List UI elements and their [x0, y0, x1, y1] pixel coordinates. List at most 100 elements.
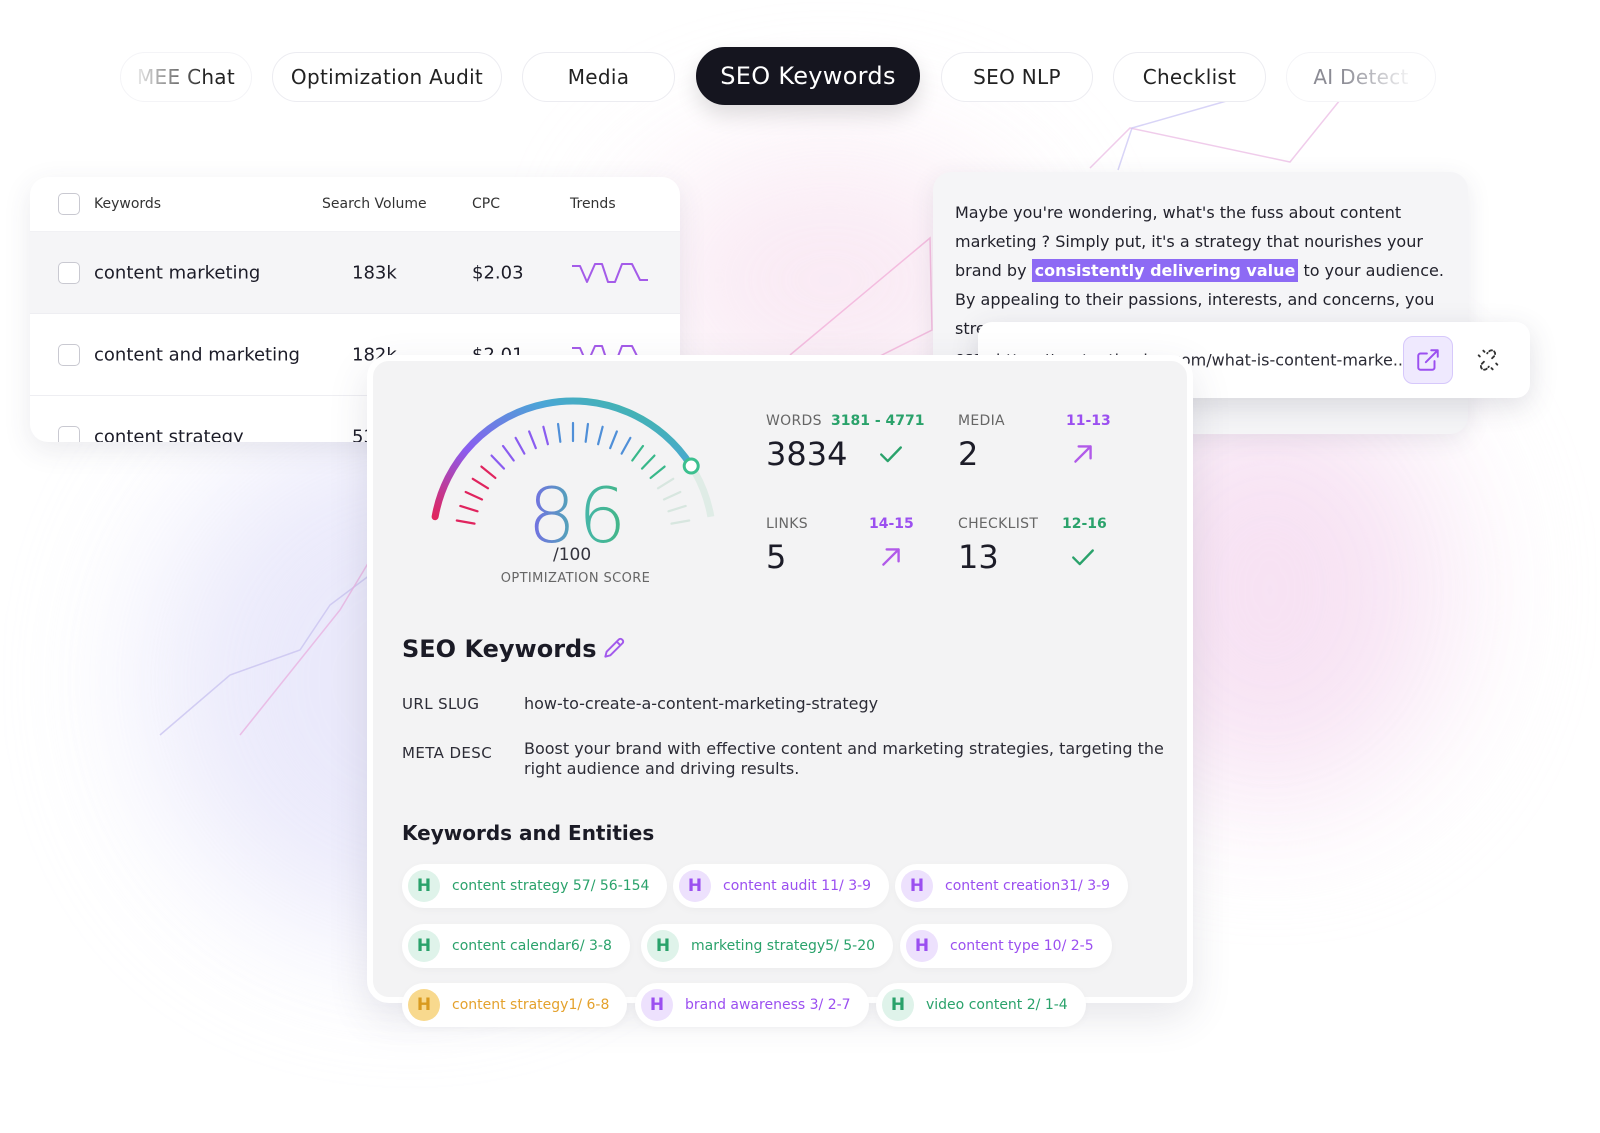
keyword-cell: content strategy: [94, 426, 244, 442]
check-icon: [1072, 549, 1094, 566]
gauge-tick: [459, 504, 479, 513]
column-header-trends[interactable]: Trends: [570, 196, 616, 212]
entity-chip[interactable]: Hvideo content 2/ 1-4: [876, 983, 1086, 1027]
gauge-tick: [670, 519, 691, 525]
column-header-cpc[interactable]: CPC: [472, 196, 500, 212]
entity-chip-label: content creation31/ 3-9: [945, 878, 1111, 894]
entity-chip[interactable]: Hcontent type 10/ 2-5: [900, 924, 1112, 968]
score-label: OPTIMIZATION SCORE: [500, 571, 651, 586]
entity-chip-label: marketing strategy5/ 5-20: [691, 938, 876, 954]
heading-badge: H: [408, 930, 440, 962]
heading-badge: H: [906, 930, 938, 962]
gauge-tick: [667, 504, 687, 513]
keyword-cell: content and marketing: [94, 344, 300, 365]
volume-cell: 183k: [352, 262, 397, 283]
gauge-tick: [471, 477, 490, 490]
entity-chip[interactable]: Hmarketing strategy5/ 5-20: [641, 924, 894, 968]
optimization-panel: 86 /100 OPTIMIZATION SCORE WORDS 3181 - …: [367, 355, 1193, 1027]
row-checkbox[interactable]: [58, 343, 80, 366]
highlighted-anchor-text[interactable]: consistently delivering value: [1031, 259, 1299, 282]
stat-links-label: LINKS: [766, 516, 808, 532]
gauge-tick: [542, 425, 549, 446]
edit-pencil-icon[interactable]: [601, 635, 627, 661]
heading-badge: H: [901, 870, 933, 902]
entity-chip[interactable]: Hcontent audit 11/ 3-9: [673, 864, 890, 908]
entity-chip-label: content calendar6/ 3-8: [452, 938, 612, 954]
unlink-icon: [1477, 349, 1499, 371]
arrow-up-right-icon: [1074, 445, 1092, 463]
stat-words-label: WORDS: [766, 413, 822, 429]
external-link-icon: [1417, 349, 1439, 371]
heading-badge: H: [882, 989, 914, 1021]
stat-words-value: 3834: [766, 435, 848, 473]
heading-badge: H: [408, 989, 440, 1021]
entity-chip-label: content type 10/ 2-5: [950, 938, 1094, 954]
meta-desc-value[interactable]: Boost your brand with effective content …: [524, 739, 1164, 779]
tab-ai-detect[interactable]: AI Detect: [1286, 52, 1436, 102]
gauge-tick: [480, 465, 497, 480]
remove-link-button[interactable]: [1466, 336, 1510, 384]
column-header-search-volume[interactable]: Search Volume: [322, 196, 427, 212]
tab-label: SEO Keywords: [720, 62, 896, 90]
entity-chip-label: video content 2/ 1-4: [926, 997, 1068, 1013]
entity-chip-label: content strategy1/ 6-8: [452, 997, 610, 1013]
table-header: Keywords Search Volume CPC Trends: [30, 177, 680, 232]
gauge-tick: [528, 430, 537, 450]
keyword-cell: content marketing: [94, 262, 261, 283]
gauge-tick: [640, 454, 656, 470]
gauge-tick: [514, 436, 526, 455]
tab-mee-chat[interactable]: MEE Chat: [120, 52, 252, 102]
heading-badge: H: [641, 989, 673, 1021]
entity-chip[interactable]: Hcontent strategy1/ 6-8: [402, 983, 628, 1027]
gauge-tick: [631, 444, 645, 462]
tab-checklist[interactable]: Checklist: [1113, 52, 1266, 102]
gauge-tick: [649, 465, 666, 480]
url-slug-value[interactable]: how-to-create-a-content-marketing-strate…: [524, 694, 878, 714]
entity-chip[interactable]: Hbrand awareness 3/ 2-7: [635, 983, 869, 1027]
row-checkbox[interactable]: [58, 261, 80, 284]
row-checkbox[interactable]: [58, 425, 80, 442]
gauge-tick: [464, 490, 484, 501]
keywords-entities-title: Keywords and Entities: [402, 821, 655, 845]
stat-media-label: MEDIA: [958, 413, 1005, 429]
entity-chip-label: content audit 11/ 3-9: [723, 878, 872, 894]
tab-label: Media: [567, 65, 630, 89]
stat-media-range: 11-13: [1066, 413, 1111, 429]
tab-seo-keywords[interactable]: SEO Keywords: [696, 47, 920, 105]
heading-badge: H: [647, 930, 679, 962]
tab-label: MEE Chat: [136, 65, 236, 89]
entity-chip[interactable]: Hcontent creation31/ 3-9: [895, 864, 1129, 908]
stat-links-range: 14-15: [869, 516, 914, 532]
open-link-button[interactable]: [1403, 336, 1453, 384]
score-max: /100: [553, 545, 592, 565]
tab-optimization-audit[interactable]: Optimization Audit: [272, 52, 502, 102]
entity-chip[interactable]: Hcontent strategy 57/ 56-154: [402, 864, 668, 908]
entity-chip-label: brand awareness 3/ 2-7: [685, 997, 851, 1013]
heading-badge: H: [408, 870, 440, 902]
stat-checklist-range: 12-16: [1062, 516, 1107, 532]
trend-sparkline-icon: [572, 262, 648, 283]
tab-label: AI Detect: [1313, 65, 1409, 89]
gauge-tick: [490, 454, 506, 470]
gauge-tick: [501, 444, 515, 462]
gauge-tick: [662, 490, 682, 501]
tab-label: Checklist: [1142, 65, 1237, 89]
tab-label: Optimization Audit: [290, 65, 484, 89]
entity-chip[interactable]: Hcontent calendar6/ 3-8: [402, 924, 630, 968]
seo-keywords-title: SEO Keywords: [402, 635, 597, 663]
tab-seo-nlp[interactable]: SEO NLP: [941, 52, 1093, 102]
entity-chip-label: content strategy 57/ 56-154: [452, 878, 650, 894]
table-row[interactable]: content marketing 183k $2.03: [30, 232, 680, 314]
gauge-tick: [455, 519, 476, 525]
tab-media[interactable]: Media: [522, 52, 675, 102]
check-icon: [880, 446, 902, 463]
stat-words-range: 3181 - 4771: [831, 413, 925, 429]
stat-checklist-label: CHECKLIST: [958, 516, 1039, 532]
tab-bar: MEE Chat Optimization Audit Media SEO Ke…: [0, 0, 1600, 130]
column-header-keywords[interactable]: Keywords: [94, 196, 161, 212]
select-all-checkbox[interactable]: [58, 193, 80, 215]
gauge-indicator: [682, 457, 700, 475]
gauge-tick: [597, 425, 604, 446]
arrow-up-right-icon: [882, 548, 900, 566]
stat-links-value: 5: [766, 538, 787, 576]
